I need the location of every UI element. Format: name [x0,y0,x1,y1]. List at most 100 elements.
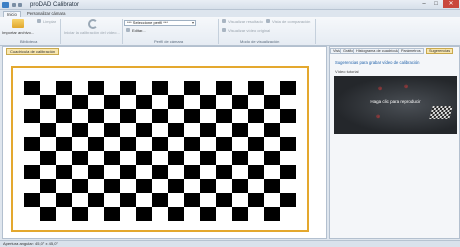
title-bar: proDAD Calibrator – □ ✕ [0,0,460,10]
checker-square [184,193,200,207]
checker-square [40,151,56,165]
checker-square [40,123,56,137]
checker-square [104,207,120,221]
maximize-button[interactable]: □ [430,0,442,8]
checker-square [56,81,72,95]
checker-square [72,207,88,221]
checker-square [40,179,56,193]
checker-square [104,179,120,193]
calibration-canvas[interactable] [11,66,309,232]
checker-square [88,165,104,179]
start-calibration-button[interactable]: Iniciar la calibración del vídeo... [64,30,120,35]
app-logo-icon [2,2,9,8]
checker-square [24,81,40,95]
tab-parametros[interactable]: Parámetros [398,48,424,54]
workspace: Cuadrícula de calibración Vista Gráfico … [0,46,460,240]
ribbon-separator [122,19,123,44]
tab-histograma[interactable]: Histograma de cuadrícula [353,48,403,54]
checker-square [216,81,232,95]
checker-square [152,165,168,179]
checker-square [104,95,120,109]
window-title: proDAD Calibrator [30,2,80,8]
video-tutorial-label: Vídeo tutorial [335,69,359,74]
checker-square [40,207,56,221]
checker-square [200,151,216,165]
checker-square [120,137,136,151]
camera-profile-select[interactable]: *** Seleccione perfil *** ▾ [124,20,196,26]
edit-profile-button[interactable]: Editar... [132,28,146,33]
checker-square [232,179,248,193]
view-original-button[interactable]: Visualizar vídeo original [228,28,270,33]
view-result-button[interactable]: Visualizar resultado [228,19,263,24]
checker-square [184,109,200,123]
compare-view-button[interactable]: Vista de comparación [272,19,310,24]
tips-header: Sugerencias para grabar vídeo de calibra… [335,60,420,65]
remove-icon [37,19,41,23]
checker-square [72,179,88,193]
import-file-button[interactable]: Importar archivo... [2,30,34,35]
checker-square [216,137,232,151]
target-marker-icon: ⊕ [376,114,381,120]
checker-square [216,165,232,179]
checker-square [120,109,136,123]
info-panel: Vista Gráfico Histograma de cuadrícula P… [329,46,460,239]
checker-square [280,109,296,123]
checker-square [56,137,72,151]
checker-square [248,165,264,179]
checker-square [136,151,152,165]
checker-square [136,179,152,193]
checker-square [136,207,152,221]
checker-square [280,81,296,95]
refresh-icon[interactable] [88,19,98,29]
tutorial-video[interactable]: ⊕ ⊕ ⊕ Haga clic para reproducir [334,76,457,134]
tab-calibration-grid[interactable]: Cuadrícula de calibración [6,48,60,55]
view-original-icon [222,28,226,32]
status-text: Apertura angular: 45,0° x 45,0° [3,241,59,246]
checker-square [120,165,136,179]
minimize-button[interactable]: – [418,0,430,8]
checker-square [136,95,152,109]
tab-sugerencias[interactable]: Sugerencias [426,48,454,54]
checker-square [152,137,168,151]
quick-undo-icon[interactable] [18,3,22,7]
calibration-panel: Cuadrícula de calibración [2,46,327,239]
checker-square [136,123,152,137]
play-video-label[interactable]: Haga clic para reproducir [334,99,457,104]
checker-square [280,165,296,179]
checker-square [56,109,72,123]
edit-icon [126,28,130,32]
checker-square [88,137,104,151]
checker-square [184,165,200,179]
checker-square [248,109,264,123]
ribbon-separator [218,19,219,44]
compare-view-icon [266,19,270,23]
remove-button[interactable]: Limpiar [43,19,56,24]
checker-square [24,109,40,123]
quick-save-icon[interactable] [12,3,16,7]
checker-square [152,81,168,95]
checker-square [184,137,200,151]
checker-square [40,95,56,109]
checker-square [88,109,104,123]
checker-square [168,95,184,109]
checker-square [216,109,232,123]
checkerboard [24,81,296,221]
chevron-down-icon: ▾ [191,20,194,25]
close-button[interactable]: ✕ [443,0,459,8]
checker-square [104,123,120,137]
target-marker-icon: ⊕ [404,84,409,90]
checker-square [248,137,264,151]
group-label-perfil: Perfil de cámara [154,39,184,44]
folder-icon[interactable] [12,19,24,28]
ribbon-separator [60,19,61,44]
checker-square [264,207,280,221]
ribbon: Importar archivo... Limpiar Biblioteca I… [0,17,460,46]
checker-square [168,151,184,165]
checker-square [168,123,184,137]
ribbon-tabs: Inicio Personalizar cámara [0,10,460,18]
checker-square [24,193,40,207]
checker-square [72,95,88,109]
checker-square [168,207,184,221]
checker-square [152,109,168,123]
group-label-biblioteca: Biblioteca [20,39,38,44]
